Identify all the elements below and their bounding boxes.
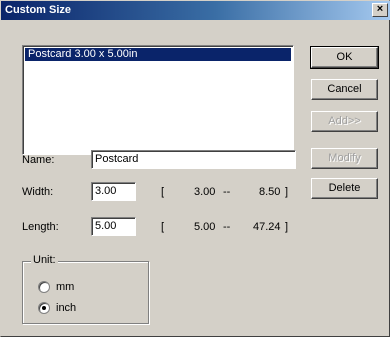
unit-mm-radio[interactable] [38, 281, 50, 293]
length-max: 47.24 [253, 221, 281, 233]
unit-group-label: Unit: [31, 254, 58, 266]
unit-inch-label[interactable]: inch [56, 302, 76, 314]
width-range-sep: -- [223, 186, 231, 198]
width-max: 8.50 [259, 186, 281, 198]
name-field[interactable]: Postcard [91, 150, 296, 169]
width-min: 3.00 [194, 186, 216, 198]
length-min: 5.00 [194, 221, 216, 233]
add-button: Add>> [311, 111, 378, 132]
radio-selected-dot [42, 306, 46, 310]
length-range-close: ] [285, 221, 289, 233]
width-field[interactable]: 3.00 [91, 182, 136, 201]
paper-size-list[interactable]: Postcard 3.00 x 5.00in [22, 45, 294, 155]
width-label: Width: [22, 186, 54, 198]
unit-mm-label[interactable]: mm [56, 281, 74, 293]
length-range-open: [ [161, 221, 165, 233]
length-range-sep: -- [223, 221, 231, 233]
cancel-button[interactable]: Cancel [311, 79, 378, 100]
length-label: Length: [22, 221, 59, 233]
width-range-close: ] [285, 186, 289, 198]
list-item[interactable]: Postcard 3.00 x 5.00in [25, 48, 291, 61]
modify-button: Modify [311, 148, 378, 169]
unit-inch-radio[interactable] [38, 302, 50, 314]
ok-button[interactable]: OK [310, 46, 379, 69]
length-field[interactable]: 5.00 [91, 217, 136, 236]
window-title: Custom Size [5, 4, 72, 16]
close-button[interactable]: × [372, 3, 388, 17]
name-label: Name: [22, 154, 55, 166]
custom-size-dialog: Custom Size × Postcard 3.00 x 5.00in OK … [0, 0, 390, 337]
title-bar[interactable]: Custom Size × [1, 1, 390, 20]
close-icon: × [376, 3, 384, 15]
width-range-open: [ [161, 186, 165, 198]
delete-button[interactable]: Delete [311, 178, 378, 199]
